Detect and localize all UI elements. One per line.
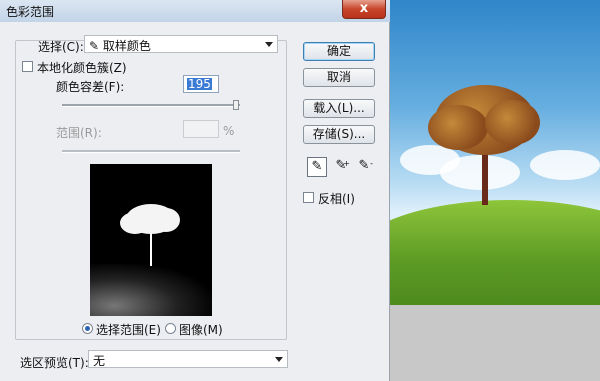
invert-checkbox[interactable]	[303, 192, 314, 203]
selection-radio-label: 选择范围(E)	[96, 323, 161, 337]
tree-photo	[390, 0, 600, 305]
image-radio-label: 图像(M)	[179, 323, 223, 337]
fuzziness-input[interactable]: 195	[183, 75, 219, 93]
fuzziness-slider-thumb[interactable]	[233, 100, 240, 110]
range-unit: %	[223, 124, 235, 138]
document-canvas	[390, 0, 600, 381]
fuzziness-label: 颜色容差(F):	[56, 80, 125, 94]
chevron-down-icon	[265, 42, 273, 47]
select-dropdown[interactable]: ✎ 取样颜色	[84, 35, 278, 53]
localized-clusters-checkbox[interactable]	[22, 61, 33, 72]
eyedropper-plus-icon[interactable]: ✎ +	[331, 157, 351, 177]
selection-preview-image	[90, 164, 212, 316]
title-bar: 色彩范围 x	[0, 0, 390, 22]
range-label: 范围(R):	[56, 126, 102, 140]
save-button[interactable]: 存储(S)...	[303, 125, 375, 144]
invert-label: 反相(I)	[318, 192, 355, 206]
select-label: 选择(C):	[38, 40, 84, 54]
ok-button[interactable]: 确定	[303, 42, 375, 61]
window-title: 色彩范围	[6, 5, 55, 19]
localized-clusters-label: 本地化颜色簇(Z)	[37, 61, 127, 75]
range-input[interactable]	[183, 120, 219, 138]
fuzziness-slider-track[interactable]	[62, 104, 240, 107]
selection-radio[interactable]	[82, 323, 93, 334]
selection-preview-label: 选区预览(T):	[20, 356, 89, 370]
select-value: 取样颜色	[102, 39, 151, 53]
eyedropper-icon: ✎	[89, 39, 100, 53]
selection-preview-dropdown[interactable]: 无	[88, 350, 288, 368]
range-slider-track[interactable]	[62, 150, 240, 153]
eyedropper-minus-icon[interactable]: ✎ -	[354, 157, 374, 177]
fuzziness-value: 195	[187, 77, 212, 91]
close-button[interactable]: x	[342, 0, 386, 19]
chevron-down-icon	[275, 357, 283, 362]
eyedropper-icon[interactable]: ✎	[307, 157, 327, 177]
load-button[interactable]: 载入(L)...	[303, 99, 375, 118]
cancel-button[interactable]: 取消	[303, 68, 375, 87]
selection-preview-value: 无	[93, 354, 106, 368]
color-range-dialog: 色彩范围 x 选择(C): ✎ 取样颜色 本地化颜色簇(Z) 颜色容差(F): …	[0, 0, 390, 381]
image-radio[interactable]	[165, 323, 176, 334]
